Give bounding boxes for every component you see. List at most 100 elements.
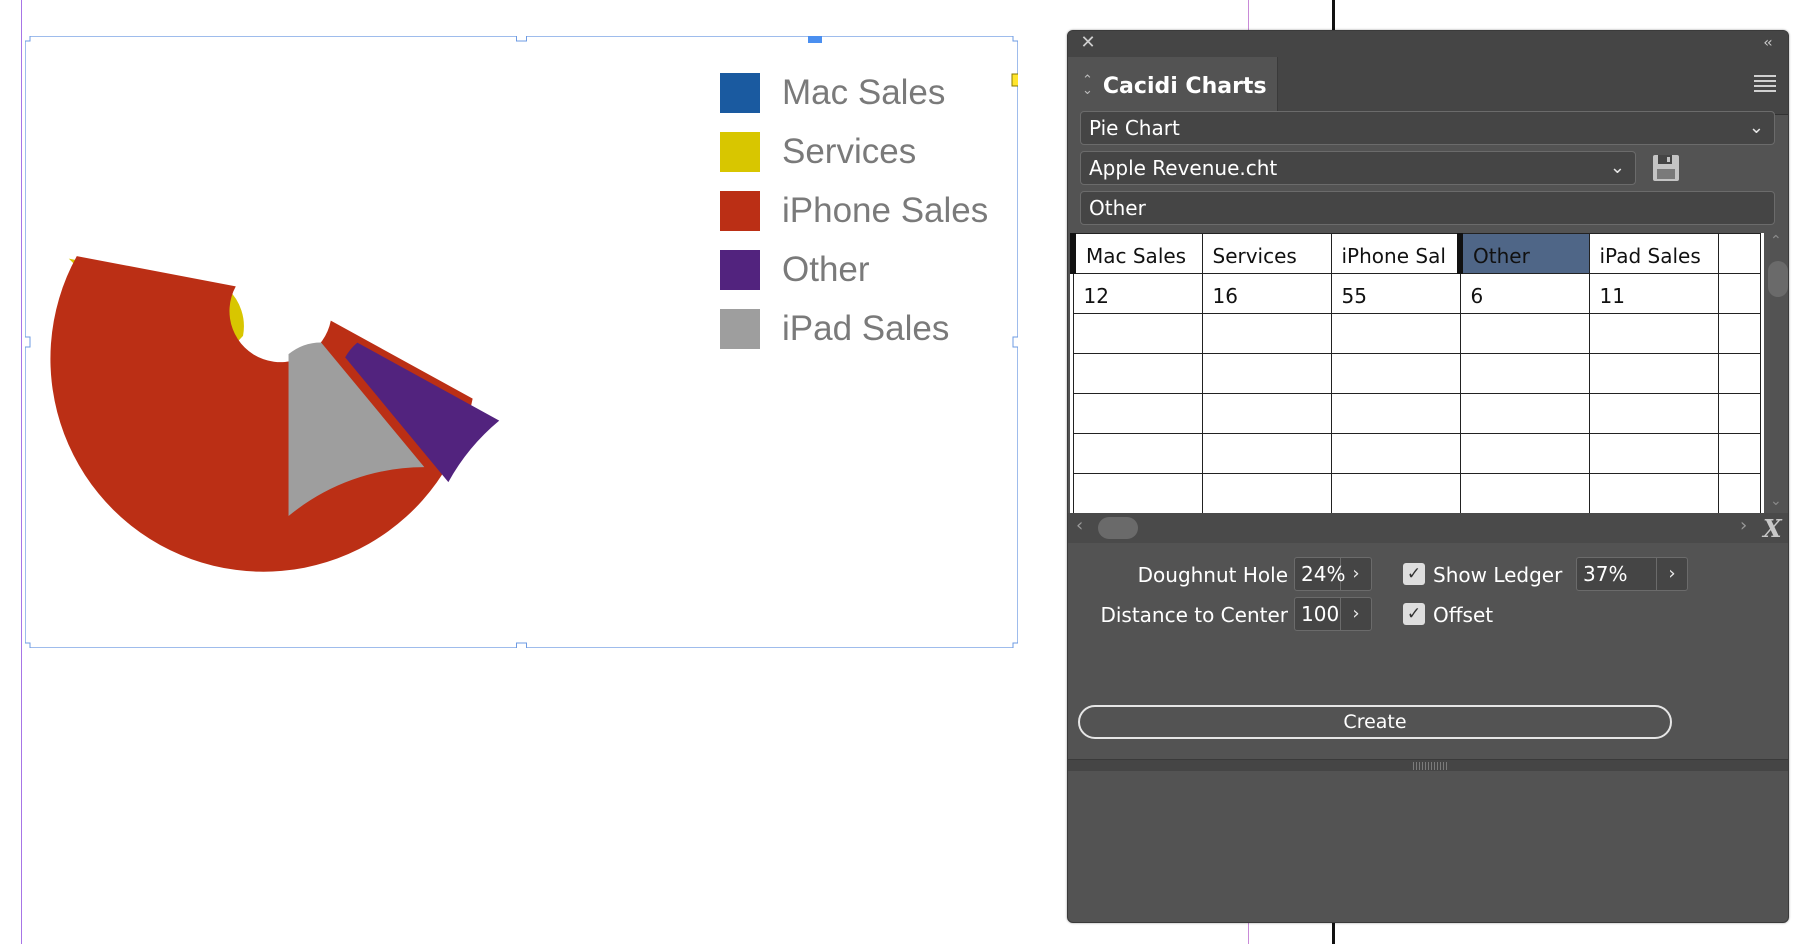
panel-bottom-bar	[1068, 759, 1788, 771]
hamburger-menu-icon[interactable]	[1754, 75, 1776, 93]
doughnut-hole-stepper[interactable]: 24% ›	[1294, 557, 1372, 591]
grid-cell[interactable]	[1330, 313, 1461, 354]
grid-header-cell[interactable]: Services	[1201, 233, 1332, 274]
create-button[interactable]: Create	[1078, 705, 1672, 739]
grid-cell[interactable]	[1459, 353, 1590, 394]
distance-to-center-stepper[interactable]: 100 ›	[1294, 597, 1372, 631]
pie-slices	[50, 256, 500, 572]
grid-cell[interactable]: 6	[1459, 273, 1590, 314]
grid-cell[interactable]	[1330, 393, 1461, 434]
stage: Mac Sales Services iPhone Sales Other iPad S…	[0, 0, 1800, 944]
grid-cell[interactable]: 16	[1201, 273, 1332, 314]
anchor-handle[interactable]	[808, 36, 822, 43]
grid-header-cell[interactable]: Other	[1457, 233, 1590, 274]
grid-cell[interactable]	[1201, 393, 1332, 434]
grid-header-cell[interactable]	[1717, 233, 1761, 274]
chart-type-dropdown[interactable]: Pie Chart ⌄	[1080, 111, 1775, 145]
grid-cell[interactable]	[1717, 393, 1761, 434]
file-name-value: Apple Revenue.cht	[1089, 156, 1278, 180]
grid-cell[interactable]	[1072, 433, 1203, 474]
panel-tab[interactable]: ⌃ ⌄ Cacidi Charts	[1068, 57, 1278, 115]
margin-guide-left	[21, 0, 22, 944]
show-ledger-stepper[interactable]: 37% ›	[1576, 557, 1688, 591]
legend-label: Services	[782, 132, 917, 171]
horizontal-scrollbar[interactable]: ‹ › X	[1068, 513, 1788, 543]
close-icon[interactable]: ✕	[1078, 33, 1098, 53]
grid-cell[interactable]	[1330, 473, 1461, 513]
legend-swatch	[720, 73, 760, 113]
grid-cell[interactable]	[1459, 433, 1590, 474]
grid-cell[interactable]	[1072, 473, 1203, 513]
grid-cell[interactable]	[1588, 353, 1719, 394]
grid-cell[interactable]	[1072, 313, 1203, 354]
grid-cell[interactable]	[1717, 473, 1761, 513]
legend-item: Other	[720, 250, 870, 290]
grid-cell[interactable]	[1072, 393, 1203, 434]
grid-cell[interactable]	[1588, 313, 1719, 354]
grid-row	[1072, 433, 1761, 474]
corner-options-handle[interactable]	[1011, 73, 1018, 87]
grid-cell[interactable]	[1072, 353, 1203, 394]
resize-handle[interactable]	[25, 336, 31, 348]
grid-cell[interactable]	[1588, 433, 1719, 474]
grid-cell[interactable]	[1717, 433, 1761, 474]
distance-to-center-value[interactable]: 100	[1295, 598, 1341, 630]
doughnut-hole-value[interactable]: 24%	[1295, 558, 1345, 590]
grid-cell[interactable]	[1588, 393, 1719, 434]
file-dropdown[interactable]: Apple Revenue.cht ⌄	[1080, 151, 1636, 185]
grid-row	[1072, 393, 1761, 434]
grid-cell[interactable]: 11	[1588, 273, 1719, 314]
grid-cell[interactable]	[1717, 353, 1761, 394]
grid-cell[interactable]	[1459, 393, 1590, 434]
cacidi-charts-panel: ✕ ‹‹ ⌃ ⌄ Cacidi Charts Pie Chart ⌄ Apple …	[1067, 30, 1789, 923]
vertical-scroll-thumb[interactable]	[1768, 261, 1788, 297]
resize-handle[interactable]	[516, 642, 527, 648]
grid-cell[interactable]	[1588, 473, 1719, 513]
scroll-up-icon[interactable]: ⌃	[1770, 233, 1782, 249]
grid-cell[interactable]	[1201, 473, 1332, 513]
grid-cell[interactable]	[1201, 433, 1332, 474]
chevron-right-icon[interactable]: ›	[1341, 558, 1371, 590]
cell-value-field[interactable]: Other	[1080, 191, 1775, 225]
chevron-right-icon[interactable]: ›	[1657, 558, 1687, 590]
grid-cell[interactable]	[1201, 353, 1332, 394]
grid-cell[interactable]: 55	[1330, 273, 1461, 314]
horizontal-scroll-thumb[interactable]	[1098, 517, 1138, 539]
vertical-scrollbar[interactable]: ⌃ ⌄	[1766, 233, 1788, 513]
offset-checkbox[interactable]: ✓	[1403, 603, 1425, 625]
resize-handle[interactable]	[25, 36, 31, 42]
resize-handle[interactable]	[1012, 336, 1018, 348]
clear-data-icon[interactable]: X	[1763, 514, 1782, 543]
panel-topbar: ✕ ‹‹	[1068, 31, 1788, 57]
grid-header-cell[interactable]: Mac Sales	[1070, 233, 1203, 274]
data-grid[interactable]: Mac Sales Services iPhone Sal Other iPad Sal…	[1070, 233, 1764, 513]
resize-handle[interactable]	[25, 642, 31, 648]
floppy-disk-icon[interactable]	[1650, 152, 1682, 184]
chart-frame[interactable]: Mac Sales Services iPhone Sales Other iPad S…	[25, 36, 1018, 648]
grid-cell[interactable]	[1330, 433, 1461, 474]
scroll-down-icon[interactable]: ⌄	[1770, 493, 1782, 509]
chevron-right-icon[interactable]: ›	[1341, 598, 1371, 630]
legend-swatch	[720, 309, 760, 349]
resize-grip-icon[interactable]	[1413, 762, 1447, 770]
grid-cell[interactable]	[1201, 313, 1332, 354]
grid-cell[interactable]	[1459, 313, 1590, 354]
grid-cell[interactable]	[1330, 353, 1461, 394]
resize-handle[interactable]	[516, 36, 527, 42]
data-table[interactable]: Mac Sales Services iPhone Sal Other iPad Sal…	[1070, 233, 1761, 513]
grid-header-cell[interactable]: iPhone Sal	[1330, 233, 1461, 274]
legend-label: Mac Sales	[782, 73, 946, 112]
scroll-left-icon[interactable]: ‹	[1076, 515, 1083, 536]
scroll-right-icon[interactable]: ›	[1740, 515, 1747, 536]
show-ledger-checkbox[interactable]: ✓	[1403, 563, 1425, 585]
resize-handle[interactable]	[1012, 642, 1018, 648]
grid-cell[interactable]	[1459, 473, 1590, 513]
legend-item: iPhone Sales	[720, 191, 988, 231]
resize-handle[interactable]	[1012, 36, 1018, 42]
grid-cell[interactable]	[1717, 273, 1761, 314]
grid-header-cell[interactable]: iPad Sales	[1588, 233, 1719, 274]
grid-cell[interactable]: 12	[1072, 273, 1203, 314]
show-ledger-value[interactable]: 37%	[1577, 558, 1657, 590]
grid-cell[interactable]	[1717, 313, 1761, 354]
collapse-double-chevron-icon[interactable]: ‹‹	[1756, 33, 1778, 53]
